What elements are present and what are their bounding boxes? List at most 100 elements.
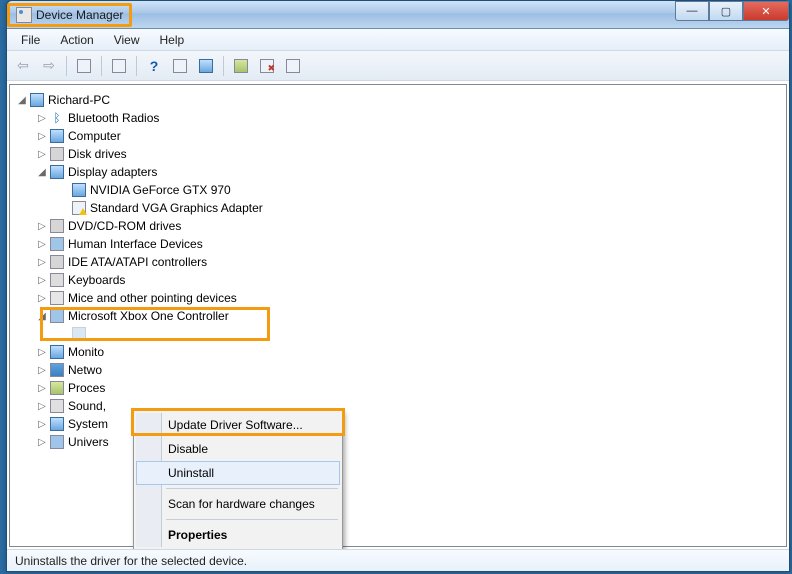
expand-icon[interactable]: ▷ (36, 275, 48, 286)
tree-item-mice[interactable]: ▷ Mice and other pointing devices (14, 289, 782, 307)
tree-item-label: Sound, (68, 399, 106, 413)
cm-update-driver[interactable]: Update Driver Software... (136, 413, 340, 437)
controller-icon (71, 326, 87, 342)
expand-icon[interactable]: ▷ (36, 113, 48, 124)
help-icon: ? (150, 58, 159, 74)
close-button[interactable]: ✕ (743, 1, 789, 21)
refresh-button[interactable] (281, 54, 305, 78)
tree-item-label: DVD/CD-ROM drives (68, 219, 181, 233)
hid-icon (49, 236, 65, 252)
tree-item-label: Computer (68, 129, 121, 143)
disk-icon (49, 146, 65, 162)
bluetooth-icon: ᛒ (49, 110, 65, 126)
expand-icon[interactable]: ▷ (36, 401, 48, 412)
tree-item-dvd[interactable]: ▷ DVD/CD-ROM drives (14, 217, 782, 235)
minimize-button[interactable]: — (675, 1, 709, 21)
tree-item-keyboards[interactable]: ▷ Keyboards (14, 271, 782, 289)
expand-icon[interactable]: ▷ (36, 293, 48, 304)
tree-item-processors[interactable]: ▷ Proces (14, 379, 782, 397)
display-warn-icon (71, 200, 87, 216)
expand-icon[interactable]: ▷ (36, 383, 48, 394)
uninstall-icon: ✖ (260, 59, 274, 73)
tree-item-xbox-child[interactable] (14, 325, 782, 343)
tree-item-label: Bluetooth Radios (68, 111, 159, 125)
tree-item-ide[interactable]: ▷ IDE ATA/ATAPI controllers (14, 253, 782, 271)
expand-icon[interactable]: ▷ (36, 221, 48, 232)
titlebar[interactable]: Device Manager — ▢ ✕ (7, 1, 789, 29)
arrow-right-icon: ⇨ (43, 57, 55, 74)
cm-disable[interactable]: Disable (136, 437, 340, 461)
grid-icon (77, 59, 91, 73)
refresh-icon (286, 59, 300, 73)
toolbar-separator (136, 56, 137, 76)
computer-icon (49, 128, 65, 144)
update-driver-button[interactable] (229, 54, 253, 78)
menubar: File Action View Help (7, 29, 789, 51)
display-icon (71, 182, 87, 198)
tree-item-network[interactable]: ▷ Netwo (14, 361, 782, 379)
cm-uninstall[interactable]: Uninstall (136, 461, 340, 485)
computer-icon (29, 92, 45, 108)
arrow-left-icon: ⇦ (17, 57, 29, 74)
collapse-icon[interactable]: ◢ (16, 95, 28, 106)
collapse-icon[interactable]: ◢ (36, 167, 48, 178)
tree-item-label: Display adapters (68, 165, 157, 179)
tree-item-label: Monito (68, 345, 104, 359)
toolbar-separator (223, 56, 224, 76)
list-icon (173, 59, 187, 73)
tree-root[interactable]: ◢ Richard-PC (14, 91, 782, 109)
uninstall-button[interactable]: ✖ (255, 54, 279, 78)
toolbar: ⇦ ⇨ ? ✖ (7, 51, 789, 81)
expand-icon[interactable]: ▷ (36, 437, 48, 448)
controller-icon (49, 308, 65, 324)
network-icon (49, 362, 65, 378)
scan-icon (199, 59, 213, 73)
tree-item-standard-vga[interactable]: Standard VGA Graphics Adapter (14, 199, 782, 217)
expand-icon[interactable]: ▷ (36, 347, 48, 358)
help-button[interactable]: ? (142, 54, 166, 78)
tree-root-label: Richard-PC (48, 93, 110, 107)
toolbar-separator (66, 56, 67, 76)
window-icon (112, 59, 126, 73)
tree-item-gtx970[interactable]: NVIDIA GeForce GTX 970 (14, 181, 782, 199)
tree-item-label: NVIDIA GeForce GTX 970 (90, 183, 231, 197)
menu-view[interactable]: View (106, 31, 148, 49)
usb-icon (49, 434, 65, 450)
context-menu: Update Driver Software... Disable Uninst… (133, 410, 343, 549)
maximize-button[interactable]: ▢ (709, 1, 743, 21)
mouse-icon (49, 290, 65, 306)
ide-icon (49, 254, 65, 270)
expand-icon[interactable]: ▷ (36, 365, 48, 376)
tree-item-usb[interactable]: ▷ Univers (14, 433, 782, 451)
show-hidden-button[interactable] (72, 54, 96, 78)
tree-item-disk-drives[interactable]: ▷ Disk drives (14, 145, 782, 163)
expand-icon[interactable]: ▷ (36, 257, 48, 268)
menu-file[interactable]: File (13, 31, 48, 49)
tree-item-bluetooth[interactable]: ▷ ᛒ Bluetooth Radios (14, 109, 782, 127)
scan-button[interactable] (194, 54, 218, 78)
tree-item-system[interactable]: ▷ System (14, 415, 782, 433)
menu-help[interactable]: Help (152, 31, 193, 49)
title-highlight: Device Manager (7, 3, 132, 27)
tree-item-xbox-controller[interactable]: ◢ Microsoft Xbox One Controller (14, 307, 782, 325)
expand-icon[interactable]: ▷ (36, 419, 48, 430)
tree-item-computer[interactable]: ▷ Computer (14, 127, 782, 145)
expand-icon[interactable]: ▷ (36, 149, 48, 160)
collapse-icon[interactable]: ◢ (36, 311, 48, 322)
device-tree[interactable]: ◢ Richard-PC ▷ ᛒ Bluetooth Radios ▷ Comp… (9, 84, 787, 547)
expand-icon[interactable]: ▷ (36, 131, 48, 142)
tree-item-label: Disk drives (68, 147, 127, 161)
tree-item-sound[interactable]: ▷ Sound, (14, 397, 782, 415)
menu-action[interactable]: Action (52, 31, 101, 49)
tree-item-hid[interactable]: ▷ Human Interface Devices (14, 235, 782, 253)
nav-forward-button[interactable]: ⇨ (37, 54, 61, 78)
cm-properties[interactable]: Properties (136, 523, 340, 547)
properties-button[interactable] (107, 54, 131, 78)
view-button[interactable] (168, 54, 192, 78)
cm-scan[interactable]: Scan for hardware changes (136, 492, 340, 516)
nav-back-button[interactable]: ⇦ (11, 54, 35, 78)
expand-icon[interactable]: ▷ (36, 239, 48, 250)
keyboard-icon (49, 272, 65, 288)
tree-item-display-adapters[interactable]: ◢ Display adapters (14, 163, 782, 181)
tree-item-monitors[interactable]: ▷ Monito (14, 343, 782, 361)
